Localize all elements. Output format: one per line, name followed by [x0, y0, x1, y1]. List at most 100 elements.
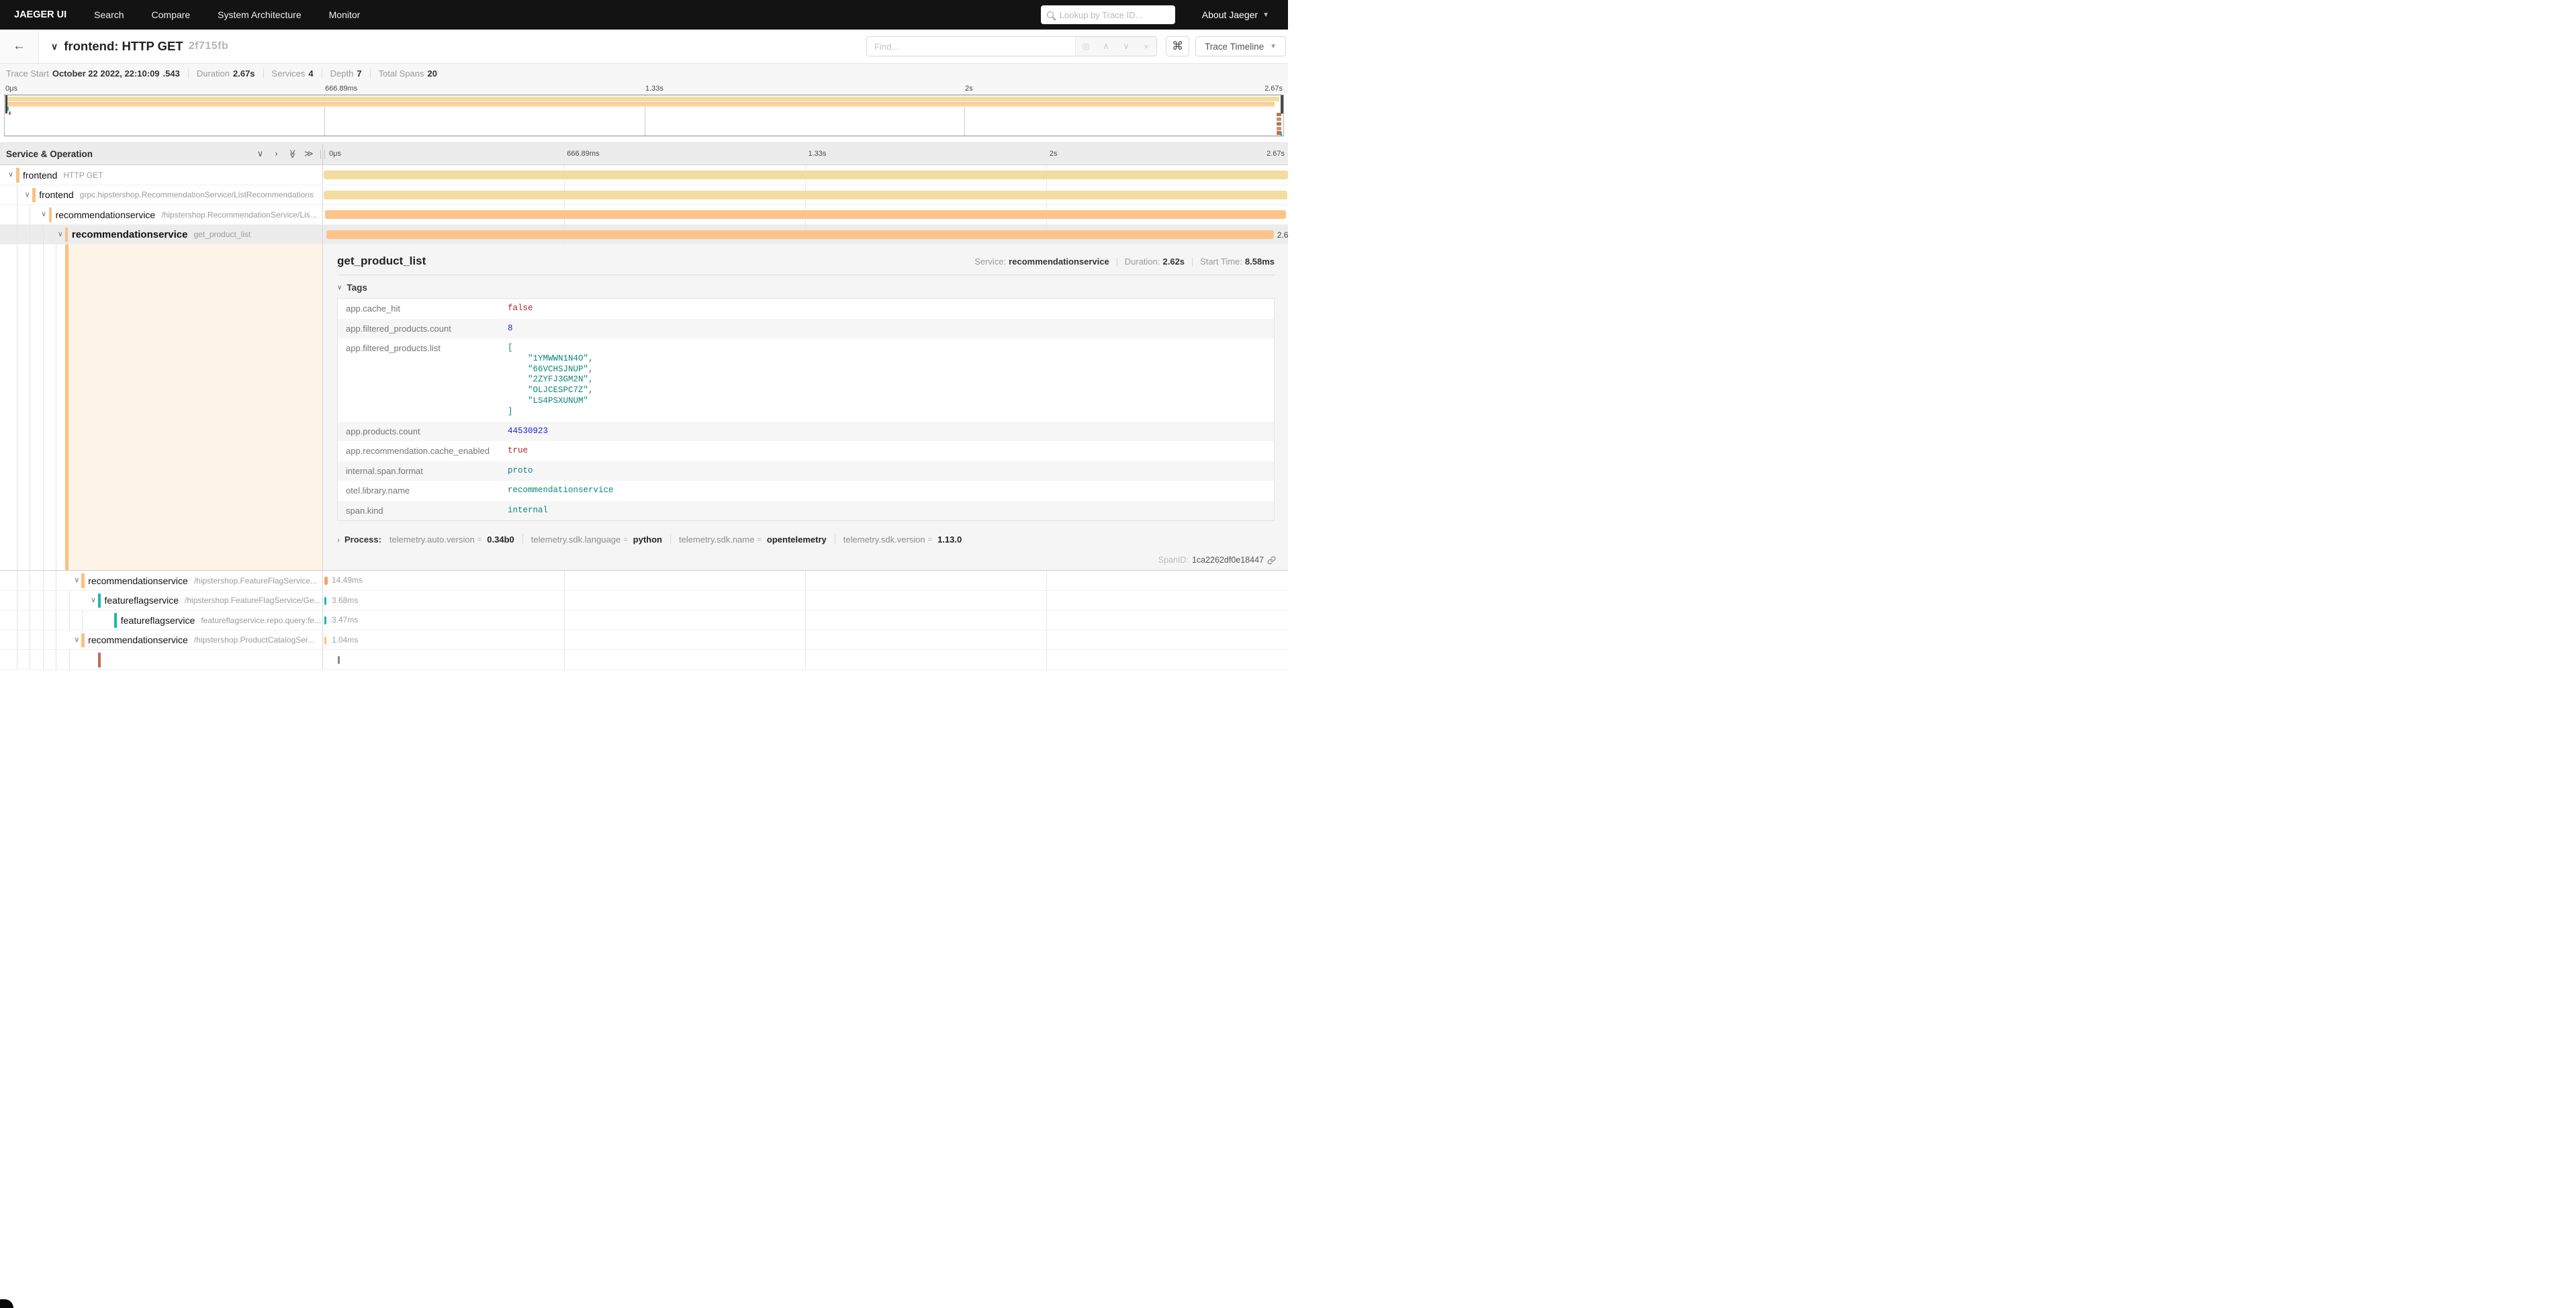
expand-chevron-icon[interactable]: ∨ [56, 230, 64, 238]
span-operation-name: grpc.hipstershop.RecommendationService/L… [80, 190, 314, 199]
span-timeline-cell[interactable]: 1.04ms [323, 630, 1288, 650]
span-duration-bar[interactable] [324, 597, 326, 605]
tag-row[interactable]: otel.library.namerecommendationservice [338, 481, 1274, 501]
span-timeline-cell[interactable]: 3.47ms [323, 610, 1288, 630]
keyboard-shortcuts-button[interactable]: ⌘ [1166, 36, 1189, 56]
expand-chevron-icon[interactable]: ∨ [73, 575, 81, 584]
span-row[interactable]: ∨featureflagservice/hipstershop.FeatureF… [0, 591, 1288, 611]
tick-label: 0μs [5, 85, 17, 93]
trace-minimap[interactable] [4, 95, 1284, 136]
span-timeline-cell[interactable] [323, 650, 1288, 669]
span-row[interactable]: ∨frontendgrpc.hipstershop.Recommendation… [0, 185, 1288, 205]
span-name-cell[interactable]: ∨frontendHTTP GET [0, 165, 323, 185]
span-row[interactable] [0, 650, 1288, 670]
span-duration-bar[interactable] [324, 577, 328, 585]
trace-view-selector[interactable]: Trace Timeline ▼ [1195, 36, 1286, 56]
nav-item-system-architecture[interactable]: System Architecture [218, 9, 302, 20]
tag-row[interactable]: app.recommendation.cache_enabledtrue [338, 441, 1274, 461]
find-next-icon[interactable]: ∨ [1116, 37, 1136, 56]
span-name-cell[interactable]: ∨featureflagservice/hipstershop.FeatureF… [0, 591, 323, 610]
span-rows: ∨frontendHTTP GET∨frontendgrpc.hipstersh… [0, 165, 1288, 1308]
span-duration-bar[interactable] [326, 230, 1274, 239]
span-name-cell[interactable]: ∨recommendationservice/hipstershop.Recom… [0, 205, 323, 224]
find-locate-icon[interactable]: ◎ [1076, 37, 1096, 56]
span-timeline-cell[interactable] [323, 185, 1288, 205]
process-row[interactable]: › Process: telemetry.auto.version=0.34b0… [337, 534, 1275, 545]
tag-row[interactable]: app.filtered_products.list[ "1YMWWN1N4O"… [338, 338, 1274, 422]
minimap-left-scrubber[interactable] [5, 95, 7, 113]
meta-label: Depth [330, 68, 354, 79]
nav-item-monitor[interactable]: Monitor [329, 9, 361, 20]
service-color-bar [98, 594, 101, 608]
expand-chevron-icon[interactable]: ∨ [73, 635, 81, 644]
span-name-cell[interactable]: ∨recommendationserviceget_product_list [0, 225, 323, 244]
expand-chevron-icon[interactable]: ∨ [24, 190, 32, 199]
span-name-cell[interactable]: ∨recommendationservice/hipstershop.Featu… [0, 571, 323, 590]
tag-value: true [508, 441, 1274, 461]
expand-one-icon[interactable]: › [272, 148, 281, 159]
about-jaeger-menu[interactable]: About Jaeger ▼ [1202, 9, 1269, 20]
span-duration-bar[interactable] [338, 656, 340, 664]
expand-chevron-icon[interactable]: ∨ [40, 209, 48, 218]
trace-id-lookup[interactable] [1041, 5, 1175, 24]
nav-item-compare[interactable]: Compare [152, 9, 191, 20]
span-service-name: recommendationservice [72, 229, 188, 240]
collapse-one-icon[interactable]: ∨ [256, 148, 265, 159]
find-input[interactable] [867, 37, 1075, 56]
span-row[interactable]: ∨recommendationservice/hipstershop.Produ… [0, 630, 1288, 651]
span-duration-bar[interactable] [324, 191, 1287, 199]
span-name-cell[interactable]: featureflagservicefeatureflagservice.rep… [0, 610, 323, 630]
span-row[interactable]: ∨recommendationservice/hipstershop.Featu… [0, 571, 1288, 591]
span-row[interactable]: ∨frontendHTTP GET [0, 165, 1288, 185]
span-timeline-cell[interactable] [323, 205, 1288, 224]
service-color-bar [49, 207, 52, 222]
copy-link-icon[interactable] [1267, 556, 1276, 565]
span-service-name: recommendationservice [88, 575, 188, 586]
tag-row[interactable]: span.kindinternal [338, 501, 1274, 521]
meta-value: 20 [428, 68, 437, 79]
meta-value: 2.67s [233, 68, 255, 79]
span-row[interactable]: ∨recommendationserviceget_product_list2.… [0, 225, 1288, 245]
expand-all-icon[interactable]: ≫ [304, 148, 313, 159]
tag-row[interactable]: app.filtered_products.count8 [338, 319, 1274, 339]
span-timeline-cell[interactable]: 2.62s [323, 225, 1288, 244]
span-duration-bar[interactable] [325, 210, 1286, 219]
span-duration-bar[interactable] [324, 637, 326, 645]
expand-chevron-icon[interactable]: ∨ [7, 170, 15, 179]
span-duration-label: 2.62s [1277, 230, 1288, 240]
tag-value: 44530923 [508, 422, 1274, 442]
span-name-cell[interactable]: ∨recommendationservice/hipstershop.Produ… [0, 630, 323, 650]
tag-key: app.recommendation.cache_enabled [338, 441, 508, 461]
span-detail-row: get_product_list Service:recommendations… [0, 244, 1288, 571]
span-duration-label: 3.47ms [332, 615, 358, 624]
span-duration-bar[interactable] [324, 171, 1288, 179]
tags-section-toggle[interactable]: ∨ Tags [337, 283, 1275, 293]
span-timeline-cell[interactable]: 14.49ms [323, 571, 1288, 590]
app-brand[interactable]: JAEGER UI [14, 9, 66, 20]
collapse-trace-chevron-icon[interactable]: ∨ [51, 41, 58, 52]
back-button[interactable]: ← [0, 30, 39, 63]
find-prev-icon[interactable]: ∧ [1096, 37, 1116, 56]
trace-header: ← ∨ frontend: HTTP GET 2f715fb ◎ ∧ ∨ × ⌘… [0, 30, 1288, 64]
tag-key: app.filtered_products.list [338, 338, 508, 422]
expand-chevron-icon[interactable]: ∨ [89, 596, 97, 604]
span-name-cell[interactable] [0, 650, 323, 669]
trace-title: frontend: HTTP GET [64, 39, 183, 54]
tag-row[interactable]: internal.span.formatproto [338, 461, 1274, 481]
collapse-all-icon[interactable]: ≫ [287, 150, 298, 158]
nav-item-search[interactable]: Search [94, 9, 124, 20]
span-timeline-cell[interactable]: 3.68ms [323, 591, 1288, 610]
span-duration-bar[interactable] [324, 616, 326, 624]
tag-row[interactable]: app.products.count44530923 [338, 422, 1274, 442]
process-tag: telemetry.sdk.name=opentelemetry [679, 534, 827, 545]
trace-id-lookup-input[interactable] [1058, 9, 1166, 21]
span-timeline-cell[interactable] [323, 165, 1288, 185]
span-row[interactable]: ∨recommendationservice/hipstershop.Recom… [0, 205, 1288, 225]
service-color-bar [81, 633, 85, 648]
find-clear-icon[interactable]: × [1136, 37, 1156, 56]
tag-key: span.kind [338, 501, 508, 521]
tag-row[interactable]: app.cache_hitfalse [338, 299, 1274, 319]
minimap-right-scrubber[interactable] [1281, 95, 1284, 113]
span-row[interactable]: featureflagservicefeatureflagservice.rep… [0, 610, 1288, 630]
span-name-cell[interactable]: ∨frontendgrpc.hipstershop.Recommendation… [0, 185, 323, 205]
